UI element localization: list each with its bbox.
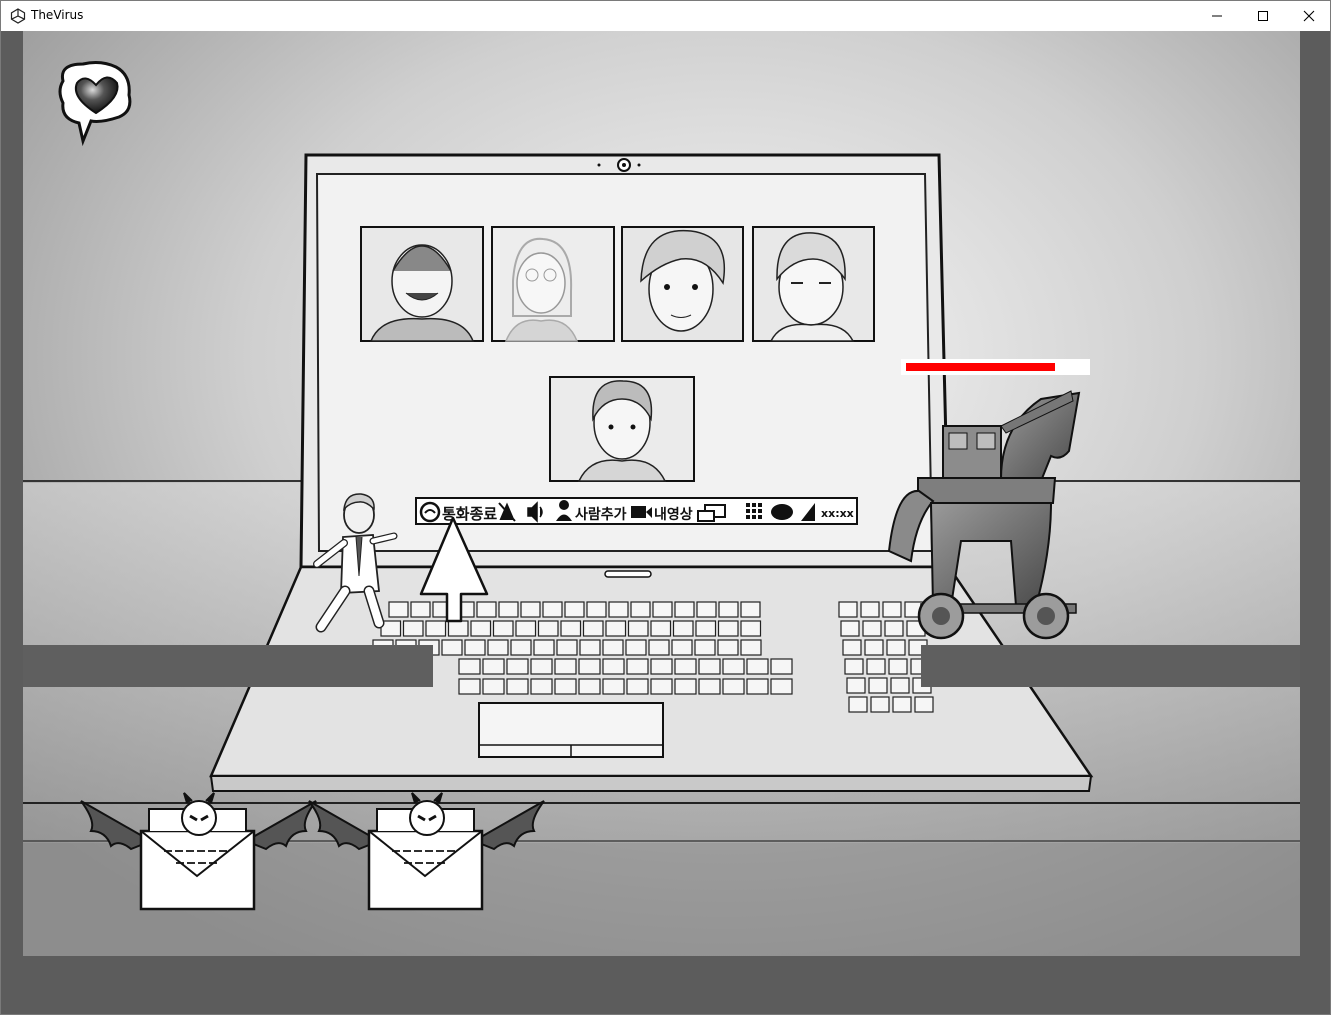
game-viewport[interactable]: 통화종료 사람추가 내영상 xx:xx — [1, 31, 1330, 1014]
end-call-label[interactable]: 통화종료 — [442, 505, 497, 523]
frame-bottom — [1, 956, 1330, 1014]
grid-apps-icon — [746, 503, 762, 519]
frame-right — [1300, 31, 1330, 1014]
participant-tile — [360, 226, 484, 342]
platform-right — [921, 645, 1300, 687]
maximize-icon — [1258, 11, 1268, 21]
window-title: TheVirus — [31, 8, 84, 22]
add-person-label[interactable]: 사람추가 — [575, 507, 627, 523]
my-video-label[interactable]: 내영상 — [654, 506, 693, 523]
unity-logo-icon — [10, 8, 26, 24]
minimize-button[interactable] — [1194, 1, 1240, 31]
game-scene: 통화종료 사람추가 내영상 xx:xx — [1, 31, 1330, 1014]
participant-tile — [621, 226, 744, 342]
participant-tile — [549, 376, 695, 482]
boss-health-bar-fill — [906, 363, 1055, 371]
title-bar[interactable]: TheVirus — [1, 1, 1330, 31]
chat-icon — [771, 504, 793, 520]
frame-left — [1, 31, 23, 1014]
call-time-label: xx:xx — [821, 507, 854, 520]
call-toolbar: 통화종료 사람추가 내영상 xx:xx — [415, 497, 858, 525]
platform-left — [23, 645, 433, 687]
game-window: TheVirus 통화종료 사람추가 내영상 xx:xx — [0, 0, 1331, 1015]
maximize-button[interactable] — [1240, 1, 1286, 31]
close-icon — [1303, 10, 1315, 22]
participant-tile — [491, 226, 615, 342]
close-button[interactable] — [1286, 1, 1330, 31]
laptop-front — [209, 775, 1093, 792]
minimize-icon — [1212, 15, 1222, 17]
participant-tile — [752, 226, 875, 342]
